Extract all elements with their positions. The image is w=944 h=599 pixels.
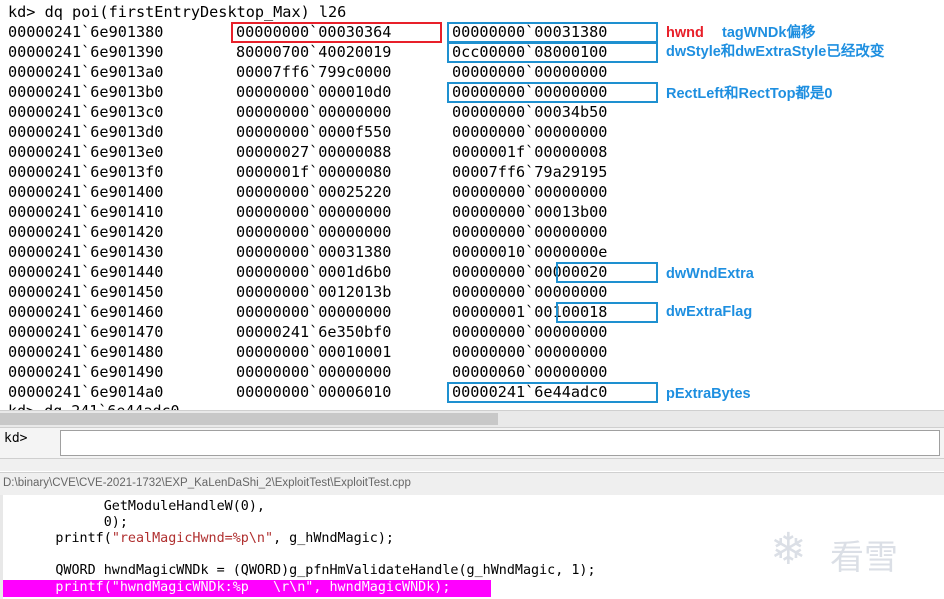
command-bar: kd> [0, 428, 944, 459]
row-qword: 00000000`0012013b [236, 283, 392, 301]
row-qword: 00007ff6`799c0000 [236, 63, 392, 81]
row-qword: 00000000`00000000 [452, 63, 608, 81]
row-qword: 00000000`00000000 [452, 343, 608, 361]
row-address: 00000241`6e901430 [8, 243, 164, 261]
row-address: 00000241`6e9013e0 [8, 143, 164, 161]
row-qword: 00000000`0001d6b0 [236, 263, 392, 281]
tagwndk-offset-highlight-box [447, 22, 658, 43]
row-address: 00000241`6e9014a0 [8, 383, 164, 401]
row-qword: 0000001f`00000080 [236, 163, 392, 181]
snowflake-icon: ❄ [770, 524, 807, 575]
row-qword: 0000001f`00000008 [452, 143, 608, 161]
row-qword: 00000010`0000000e [452, 243, 608, 261]
code-line: QWORD hwndMagicWNDk = (QWORD)g_pfnHmVali… [7, 563, 596, 578]
dwwndextra-note: dwWndExtra [666, 266, 754, 282]
row-address: 00000241`6e901420 [8, 223, 164, 241]
hwnd-highlight-box [231, 22, 442, 43]
row-qword: 00000000`00031380 [236, 243, 392, 261]
row-qword: 00000000`00000000 [452, 323, 608, 341]
row-address: 00000241`6e901490 [8, 363, 164, 381]
watermark: ❄ 看雪 [770, 520, 930, 580]
source-window-title: D:\binary\CVE\CVE-2021-1732\EXP_KaLenDaS… [0, 472, 944, 496]
row-qword: 00000000`00000000 [236, 203, 392, 221]
code-line-current: printf("hwndMagicWNDk:%p \r\n", hwndMagi… [7, 580, 451, 595]
watermark-text: 看雪 [830, 538, 898, 578]
dwstyle-note: dwStyle和dwExtraStyle已经改变 [666, 44, 885, 60]
row-address: 00000241`6e9013c0 [8, 103, 164, 121]
row-qword: 00000000`00000000 [236, 303, 392, 321]
dwstyle-highlight-box [447, 42, 658, 63]
row-qword: 00000000`000010d0 [236, 83, 392, 101]
row-qword: 00000000`00034b50 [452, 103, 608, 121]
command-output-pane: kd> dq poi(firstEntryDesktop_Max) l26 00… [0, 0, 944, 412]
row-qword: 00000000`00013b00 [452, 203, 608, 221]
row-qword: 00000000`00000000 [452, 183, 608, 201]
row-address: 00000241`6e901400 [8, 183, 164, 201]
row-address: 00000241`6e901460 [8, 303, 164, 321]
row-qword: 00000000`00000000 [236, 363, 392, 381]
row-qword: 00000027`00000088 [236, 143, 392, 161]
row-qword: 00000000`00025220 [236, 183, 392, 201]
row-address: 00000241`6e9013a0 [8, 63, 164, 81]
command-prompt: kd> [4, 431, 28, 446]
row-qword: 00000000`00000000 [452, 123, 608, 141]
command-input[interactable] [60, 430, 940, 456]
code-token: , g_hWndMagic); [273, 531, 394, 546]
row-address: 00000241`6e901410 [8, 203, 164, 221]
row-qword: 00000000`00000000 [236, 103, 392, 121]
pane-separator [0, 459, 944, 471]
row-qword: 00007ff6`79a29195 [452, 163, 608, 181]
code-line: 0); [7, 515, 128, 530]
dwextraflag-highlight-box [556, 302, 658, 323]
code-token: printf( [7, 531, 112, 546]
row-qword: 00000060`00000000 [452, 363, 608, 381]
row-address: 00000241`6e9013d0 [8, 123, 164, 141]
command-line: kd> dq poi(firstEntryDesktop_Max) l26 [8, 3, 347, 21]
row-address: 00000241`6e901450 [8, 283, 164, 301]
string-literal: "realMagicHwnd=%p\n" [111, 531, 274, 546]
row-address: 00000241`6e901380 [8, 23, 164, 41]
rect-highlight-box [447, 82, 658, 103]
row-address: 00000241`6e9013b0 [8, 83, 164, 101]
scrollbar-thumb[interactable] [0, 413, 498, 425]
pextrabytes-highlight-box [447, 382, 658, 403]
dwwndextra-highlight-box [556, 262, 658, 283]
code-line: printf("realMagicHwnd=%p\n", g_hWndMagic… [7, 531, 394, 547]
pextrabytes-note: pExtraBytes [666, 386, 751, 402]
tagwndk-offset-note: tagWNDk偏移 [722, 25, 816, 41]
hwnd-note: hwnd [666, 25, 704, 41]
row-qword: 00000000`0000f550 [236, 123, 392, 141]
row-qword: 00000000`00000000 [452, 223, 608, 241]
row-qword: 00000241`6e350bf0 [236, 323, 392, 341]
rect-note: RectLeft和RectTop都是0 [666, 86, 833, 102]
row-qword: 00000000`00010001 [236, 343, 392, 361]
code-line: GetModuleHandleW(0), [7, 499, 265, 514]
row-address: 00000241`6e9013f0 [8, 163, 164, 181]
row-address: 00000241`6e901480 [8, 343, 164, 361]
row-qword: 00000000`00006010 [236, 383, 392, 401]
row-qword: 00000000`00000000 [236, 223, 392, 241]
dwextraflag-note: dwExtraFlag [666, 304, 753, 320]
row-address: 00000241`6e901440 [8, 263, 164, 281]
row-address: 00000241`6e901390 [8, 43, 164, 61]
row-qword: 80000700`40020019 [236, 43, 392, 61]
horizontal-scrollbar[interactable] [0, 410, 944, 428]
source-file-path: D:\binary\CVE\CVE-2021-1732\EXP_KaLenDaS… [3, 477, 411, 489]
row-qword: 00000000`00000000 [452, 283, 608, 301]
row-address: 00000241`6e901470 [8, 323, 164, 341]
